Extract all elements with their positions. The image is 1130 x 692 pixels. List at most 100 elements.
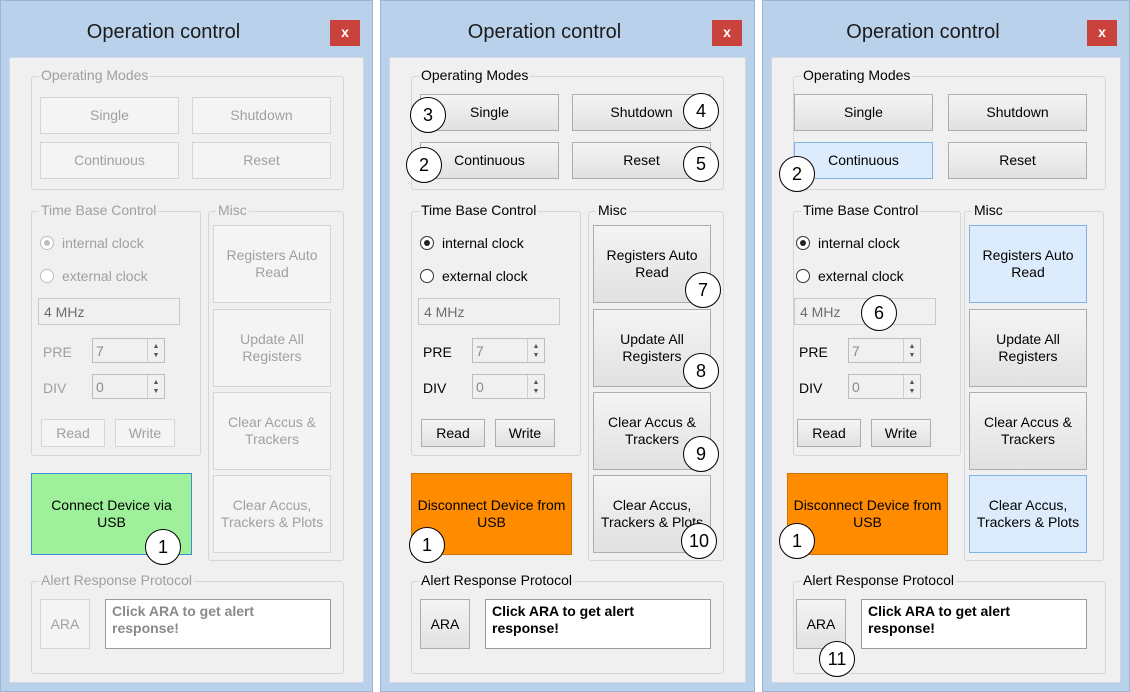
group-label: Time Base Control xyxy=(39,202,159,218)
stepper-arrows-icon[interactable]: ▲ ▼ xyxy=(527,339,544,362)
pre-label: PRE xyxy=(43,344,72,360)
ara-button[interactable]: ARA xyxy=(420,599,470,649)
continuous-button[interactable]: Continuous xyxy=(40,142,179,179)
group-label: Time Base Control xyxy=(419,202,539,218)
radio-label: internal clock xyxy=(62,235,144,251)
pre-label: PRE xyxy=(799,344,828,360)
group-label: Operating Modes xyxy=(39,67,151,83)
radio-label: external clock xyxy=(62,268,148,284)
window-client-area: Operating Modes Single Shutdown Continuo… xyxy=(771,57,1121,683)
stepper-arrows-icon[interactable]: ▲ ▼ xyxy=(527,375,544,398)
radio-label: external clock xyxy=(818,268,904,284)
window-title: Operation control xyxy=(86,21,241,43)
pre-stepper[interactable]: 7 ▲ ▼ xyxy=(92,338,165,363)
pre-value: 7 xyxy=(476,342,484,359)
callout-marker: 8 xyxy=(683,353,719,389)
radio-unselected-icon xyxy=(420,269,434,283)
close-button[interactable]: x xyxy=(330,20,360,46)
write-button[interactable]: Write xyxy=(871,419,931,447)
callout-marker: 1 xyxy=(779,523,815,559)
div-stepper[interactable]: 0 ▲ ▼ xyxy=(92,374,165,399)
close-button[interactable]: x xyxy=(1087,20,1117,46)
radio-label: external clock xyxy=(442,268,528,284)
callout-marker: 1 xyxy=(145,529,181,565)
close-button[interactable]: x xyxy=(712,20,742,46)
group-label: Misc xyxy=(216,202,249,218)
pre-value: 7 xyxy=(96,342,104,359)
radio-label: internal clock xyxy=(442,235,524,251)
div-value: 0 xyxy=(476,378,484,395)
div-stepper[interactable]: 0 ▲ ▼ xyxy=(848,374,921,399)
internal-clock-radio[interactable]: internal clock xyxy=(420,235,524,251)
title-bar: Operation control x xyxy=(1,1,372,59)
callout-marker: 9 xyxy=(683,436,719,472)
operation-control-window-disconnected: Operation control x Operating Modes Sing… xyxy=(0,0,373,692)
callout-marker: 1 xyxy=(409,527,445,563)
pre-value: 7 xyxy=(852,342,860,359)
group-label: Misc xyxy=(972,202,1005,218)
single-button[interactable]: Single xyxy=(794,94,933,131)
pre-stepper[interactable]: 7 ▲ ▼ xyxy=(848,338,921,363)
read-button[interactable]: Read xyxy=(797,419,861,447)
write-button[interactable]: Write xyxy=(115,419,175,447)
callout-marker: 2 xyxy=(779,156,815,192)
operation-control-window-continuous: Operation control x Operating Modes Sing… xyxy=(762,0,1130,692)
callout-marker: 11 xyxy=(819,641,855,677)
reset-button[interactable]: Reset xyxy=(192,142,331,179)
callout-marker: 6 xyxy=(861,295,897,331)
clear-accus-trackers-button[interactable]: Clear Accus & Trackers xyxy=(969,392,1087,470)
window-title: Operation control xyxy=(467,21,622,43)
callout-marker: 10 xyxy=(681,523,717,559)
window-title: Operation control xyxy=(846,21,1000,43)
callout-marker: 4 xyxy=(683,93,719,129)
group-label: Alert Response Protocol xyxy=(419,572,574,588)
callout-marker: 5 xyxy=(683,146,719,182)
update-all-registers-button[interactable]: Update All Registers xyxy=(213,309,331,387)
write-button[interactable]: Write xyxy=(495,419,555,447)
reset-button[interactable]: Reset xyxy=(948,142,1087,179)
radio-selected-icon xyxy=(40,236,54,250)
radio-selected-icon xyxy=(420,236,434,250)
group-label: Operating Modes xyxy=(419,67,531,83)
frequency-field[interactable]: 4 MHz xyxy=(38,298,180,325)
radio-label: internal clock xyxy=(818,235,900,251)
group-label: Operating Modes xyxy=(801,67,913,83)
pre-stepper[interactable]: 7 ▲ ▼ xyxy=(472,338,545,363)
radio-unselected-icon xyxy=(796,269,810,283)
stepper-arrows-icon[interactable]: ▲ ▼ xyxy=(903,375,920,398)
stepper-arrows-icon[interactable]: ▲ ▼ xyxy=(147,339,164,362)
internal-clock-radio[interactable]: internal clock xyxy=(40,235,144,251)
external-clock-radio[interactable]: external clock xyxy=(420,268,528,284)
single-button[interactable]: Single xyxy=(40,97,179,134)
alert-message: Click ARA to get alert response! xyxy=(485,599,711,649)
div-label: DIV xyxy=(43,380,67,396)
ara-button[interactable]: ARA xyxy=(40,599,90,649)
shutdown-button[interactable]: Shutdown xyxy=(192,97,331,134)
title-bar: Operation control x xyxy=(381,1,754,59)
operation-control-window-connected: Operation control x Operating Modes Sing… xyxy=(380,0,755,692)
callout-marker: 3 xyxy=(410,97,446,133)
radio-selected-icon xyxy=(796,236,810,250)
group-label: Misc xyxy=(596,202,629,218)
registers-auto-read-button[interactable]: Registers Auto Read xyxy=(213,225,331,303)
shutdown-button[interactable]: Shutdown xyxy=(948,94,1087,131)
external-clock-radio[interactable]: external clock xyxy=(40,268,148,284)
callout-marker: 7 xyxy=(685,272,721,308)
clear-accus-trackers-button[interactable]: Clear Accus & Trackers xyxy=(213,392,331,470)
registers-auto-read-button[interactable]: Registers Auto Read xyxy=(969,225,1087,303)
radio-unselected-icon xyxy=(40,269,54,283)
read-button[interactable]: Read xyxy=(41,419,105,447)
group-label: Alert Response Protocol xyxy=(39,572,194,588)
stepper-arrows-icon[interactable]: ▲ ▼ xyxy=(903,339,920,362)
stepper-arrows-icon[interactable]: ▲ ▼ xyxy=(147,375,164,398)
update-all-registers-button[interactable]: Update All Registers xyxy=(969,309,1087,387)
internal-clock-radio[interactable]: internal clock xyxy=(796,235,900,251)
div-stepper[interactable]: 0 ▲ ▼ xyxy=(472,374,545,399)
frequency-field[interactable]: 4 MHz xyxy=(418,298,560,325)
external-clock-radio[interactable]: external clock xyxy=(796,268,904,284)
window-client-area: Operating Modes Single Shutdown Continuo… xyxy=(9,57,364,683)
clear-accus-trackers-plots-button[interactable]: Clear Accus, Trackers & Plots xyxy=(213,475,331,553)
read-button[interactable]: Read xyxy=(421,419,485,447)
clear-accus-trackers-plots-button[interactable]: Clear Accus, Trackers & Plots xyxy=(969,475,1087,553)
div-label: DIV xyxy=(799,380,823,396)
